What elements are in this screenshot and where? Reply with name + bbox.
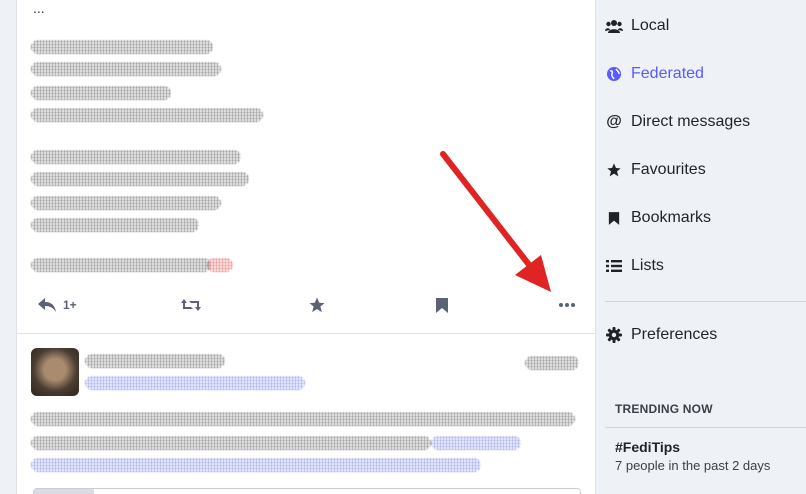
reply-icon <box>38 298 56 312</box>
trending-heading: TRENDING NOW <box>615 402 713 416</box>
star-icon <box>605 161 623 179</box>
more-options-button[interactable] <box>559 293 575 317</box>
nav-preferences[interactable]: Preferences <box>605 320 717 350</box>
gear-icon <box>605 326 623 344</box>
nav-direct-messages[interactable]: @ Direct messages <box>605 107 750 137</box>
at-icon: @ <box>606 113 622 130</box>
favourite-button[interactable] <box>308 293 326 317</box>
nav-label: Preferences <box>631 326 718 343</box>
nav-label: Local <box>631 17 670 34</box>
navigation-sidebar: Local Federated @ Direct messages Favour… <box>595 0 806 494</box>
sidebar-divider <box>605 427 806 428</box>
list-icon <box>605 257 623 275</box>
nav-local[interactable]: Local <box>605 11 669 41</box>
star-icon <box>309 297 325 313</box>
globe-icon <box>605 65 623 83</box>
post-ellipsis: ... <box>33 0 45 16</box>
users-icon <box>605 17 623 35</box>
bookmark-icon <box>605 209 623 227</box>
nav-label: Direct messages <box>631 113 751 130</box>
timeline-feed: ... 1+ <box>16 0 596 494</box>
nav-bookmarks[interactable]: Bookmarks <box>605 203 711 233</box>
retweet-icon <box>181 299 201 311</box>
nav-label: Lists <box>631 257 664 274</box>
nav-label: Favourites <box>631 161 706 178</box>
reply-count: 1+ <box>63 298 77 312</box>
bookmark-button[interactable] <box>435 293 449 317</box>
avatar[interactable] <box>31 348 79 396</box>
post-divider <box>17 333 595 334</box>
bookmark-icon <box>436 297 448 313</box>
reply-button[interactable]: 1+ <box>37 293 77 317</box>
sidebar-divider <box>605 301 806 302</box>
nav-label: Bookmarks <box>631 209 712 226</box>
nav-lists[interactable]: Lists <box>605 251 664 281</box>
link-preview-card[interactable] <box>33 488 581 494</box>
trending-hashtag[interactable]: #FediTips <box>615 439 680 455</box>
trending-subtitle: 7 people in the past 2 days <box>615 458 771 473</box>
nav-federated[interactable]: Federated <box>605 59 704 89</box>
ellipsis-icon <box>559 303 575 307</box>
boost-button[interactable] <box>180 293 202 317</box>
nav-label: Federated <box>631 65 704 82</box>
nav-favourites[interactable]: Favourites <box>605 155 706 185</box>
post-action-bar: 1+ <box>17 290 595 320</box>
